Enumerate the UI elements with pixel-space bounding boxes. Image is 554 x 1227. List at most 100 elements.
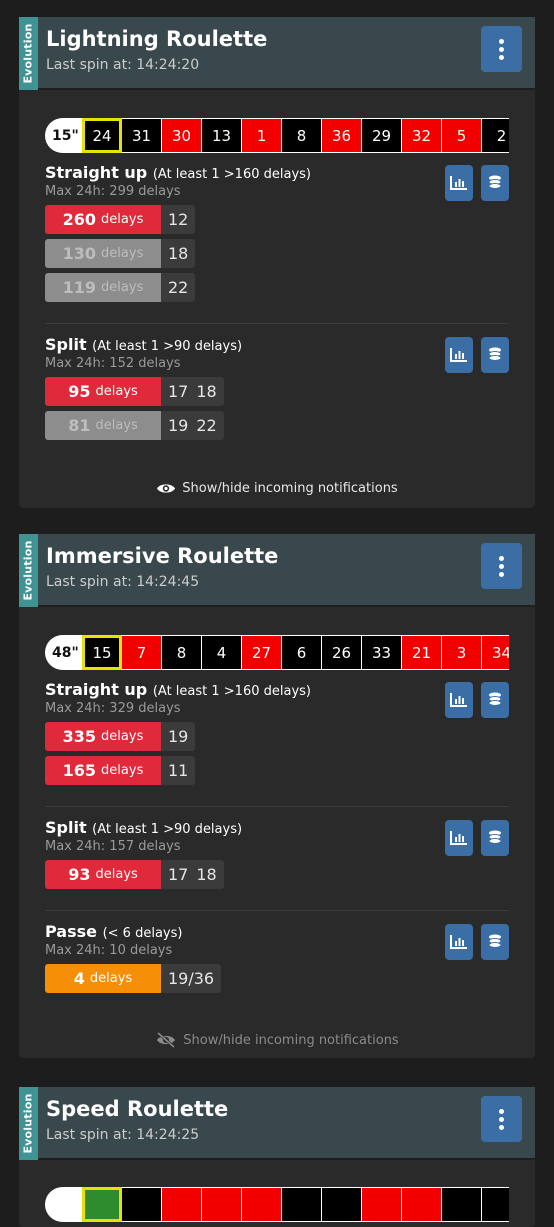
kebab-dot bbox=[499, 1108, 504, 1114]
bet-number: 22 bbox=[196, 416, 217, 435]
more-menu-button[interactable] bbox=[481, 26, 522, 72]
bet-title: Split (At least 1 >90 delays) bbox=[45, 818, 509, 837]
spin-history-strip bbox=[45, 1187, 509, 1222]
more-menu-button[interactable] bbox=[481, 1096, 522, 1142]
delay-value: 260 bbox=[62, 210, 97, 229]
bet-numbers: 19/36 bbox=[161, 964, 222, 993]
history-number bbox=[482, 1187, 509, 1222]
history-number bbox=[82, 1187, 122, 1222]
history-number bbox=[442, 1187, 482, 1222]
bar-chart-icon bbox=[450, 176, 467, 190]
max-24h: Max 24h: 157 delays bbox=[45, 839, 181, 854]
bet-number: 18 bbox=[168, 244, 189, 263]
chips-button[interactable] bbox=[481, 165, 509, 201]
coins-icon bbox=[488, 175, 502, 189]
delay-count: 95 delays bbox=[45, 377, 161, 406]
bet-numbers: 19 22 bbox=[161, 411, 224, 440]
delay-count: 165 delays bbox=[45, 756, 161, 785]
delay-value: 95 bbox=[68, 382, 91, 401]
bet-number: 17 bbox=[168, 865, 189, 884]
chips-button[interactable] bbox=[481, 337, 509, 373]
delay-count: 130 delays bbox=[45, 239, 161, 268]
notifications-label: Show/hide incoming notifications bbox=[183, 1032, 399, 1048]
delay-row: 130 delays 18 bbox=[45, 239, 509, 268]
max-24h: Max 24h: 299 delays bbox=[45, 184, 181, 199]
kebab-dot bbox=[499, 555, 504, 561]
table-title: Lightning Roulette bbox=[46, 27, 268, 51]
delay-value: 81 bbox=[68, 416, 91, 435]
history-number: 5 bbox=[442, 118, 482, 153]
card-header: Evolution Speed Roulette Last spin at: 1… bbox=[19, 1087, 535, 1160]
bet-name: Straight up bbox=[45, 680, 148, 699]
bet-numbers: 18 bbox=[161, 239, 196, 268]
countdown-timer: 15" bbox=[45, 118, 82, 153]
delay-count: 119 delays bbox=[45, 273, 161, 302]
bet-condition: (At least 1 >90 delays) bbox=[92, 339, 243, 354]
history-number bbox=[362, 1187, 402, 1222]
history-number: 34 bbox=[482, 635, 509, 670]
table-card-speed: Evolution Speed Roulette Last spin at: 1… bbox=[19, 1087, 535, 1227]
coins-icon bbox=[488, 347, 502, 361]
chips-button[interactable] bbox=[481, 682, 509, 718]
delay-value: 93 bbox=[68, 865, 91, 884]
countdown-timer bbox=[45, 1187, 82, 1222]
table-title: Immersive Roulette bbox=[46, 544, 279, 568]
spin-history-strip: 15" 24 31 30 13 1 8 36 29 32 5 2 bbox=[45, 118, 509, 153]
provider-badge: Evolution bbox=[19, 1087, 38, 1160]
notifications-toggle[interactable]: Show/hide incoming notifications bbox=[19, 1032, 535, 1048]
notifications-label: Show/hide incoming notifications bbox=[182, 481, 398, 496]
max-24h: Max 24h: 152 delays bbox=[45, 356, 181, 371]
bet-title: Split (At least 1 >90 delays) bbox=[45, 335, 509, 354]
stats-chart-button[interactable] bbox=[445, 924, 473, 960]
eye-icon bbox=[157, 484, 176, 493]
chips-button[interactable] bbox=[481, 820, 509, 856]
delay-unit: delays bbox=[101, 763, 144, 778]
delay-value: 335 bbox=[62, 727, 97, 746]
history-number bbox=[322, 1187, 362, 1222]
bet-name: Split bbox=[45, 335, 87, 354]
delay-row: 93 delays 17 18 bbox=[45, 860, 509, 889]
history-number: 33 bbox=[362, 635, 402, 670]
table-card-immersive: Evolution Immersive Roulette Last spin a… bbox=[19, 534, 535, 1058]
history-number: 26 bbox=[322, 635, 362, 670]
history-number bbox=[242, 1187, 282, 1222]
bar-chart-icon bbox=[450, 348, 467, 362]
delay-unit: delays bbox=[101, 280, 144, 295]
history-number: 4 bbox=[202, 635, 242, 670]
bet-name: Straight up bbox=[45, 163, 148, 182]
provider-badge: Evolution bbox=[19, 17, 38, 90]
bet-number: 17 bbox=[168, 382, 189, 401]
history-number bbox=[202, 1187, 242, 1222]
more-menu-button[interactable] bbox=[481, 543, 522, 589]
last-spin-time: Last spin at: 14:24:20 bbox=[46, 57, 200, 73]
notifications-toggle[interactable]: Show/hide incoming notifications bbox=[19, 481, 535, 496]
delay-count: 335 delays bbox=[45, 722, 161, 751]
history-number: 1 bbox=[242, 118, 282, 153]
delay-value: 130 bbox=[62, 244, 97, 263]
chips-button[interactable] bbox=[481, 924, 509, 960]
section-tools bbox=[445, 337, 509, 373]
bet-condition: (At least 1 >90 delays) bbox=[92, 822, 243, 837]
delay-count: 4 delays bbox=[45, 964, 161, 993]
bet-section-passe: Passe (< 6 delays) Max 24h: 10 delays 4d… bbox=[45, 922, 509, 998]
stats-chart-button[interactable] bbox=[445, 820, 473, 856]
stats-chart-button[interactable] bbox=[445, 165, 473, 201]
bet-title: Passe (< 6 delays) bbox=[45, 922, 509, 941]
history-number bbox=[122, 1187, 162, 1222]
history-number: 8 bbox=[162, 635, 202, 670]
bet-section-straight-up: Straight up (At least 1 >160 delays) Max… bbox=[45, 680, 509, 790]
history-number: 36 bbox=[322, 118, 362, 153]
delay-row: 260 delays 12 bbox=[45, 205, 509, 234]
bet-number: 11 bbox=[168, 761, 189, 780]
provider-label: Evolution bbox=[22, 540, 35, 601]
stats-chart-button[interactable] bbox=[445, 337, 473, 373]
table-card-lightning: Evolution Lightning Roulette Last spin a… bbox=[19, 17, 535, 508]
coins-icon bbox=[488, 830, 502, 844]
bar-chart-icon bbox=[450, 935, 467, 949]
bet-section-split: Split (At least 1 >90 delays) Max 24h: 1… bbox=[45, 818, 509, 894]
kebab-dot bbox=[499, 46, 504, 52]
stats-chart-button[interactable] bbox=[445, 682, 473, 718]
delay-unit: delays bbox=[89, 971, 133, 986]
delay-row: 81 delays 19 22 bbox=[45, 411, 509, 440]
bet-numbers: 17 18 bbox=[161, 860, 224, 889]
